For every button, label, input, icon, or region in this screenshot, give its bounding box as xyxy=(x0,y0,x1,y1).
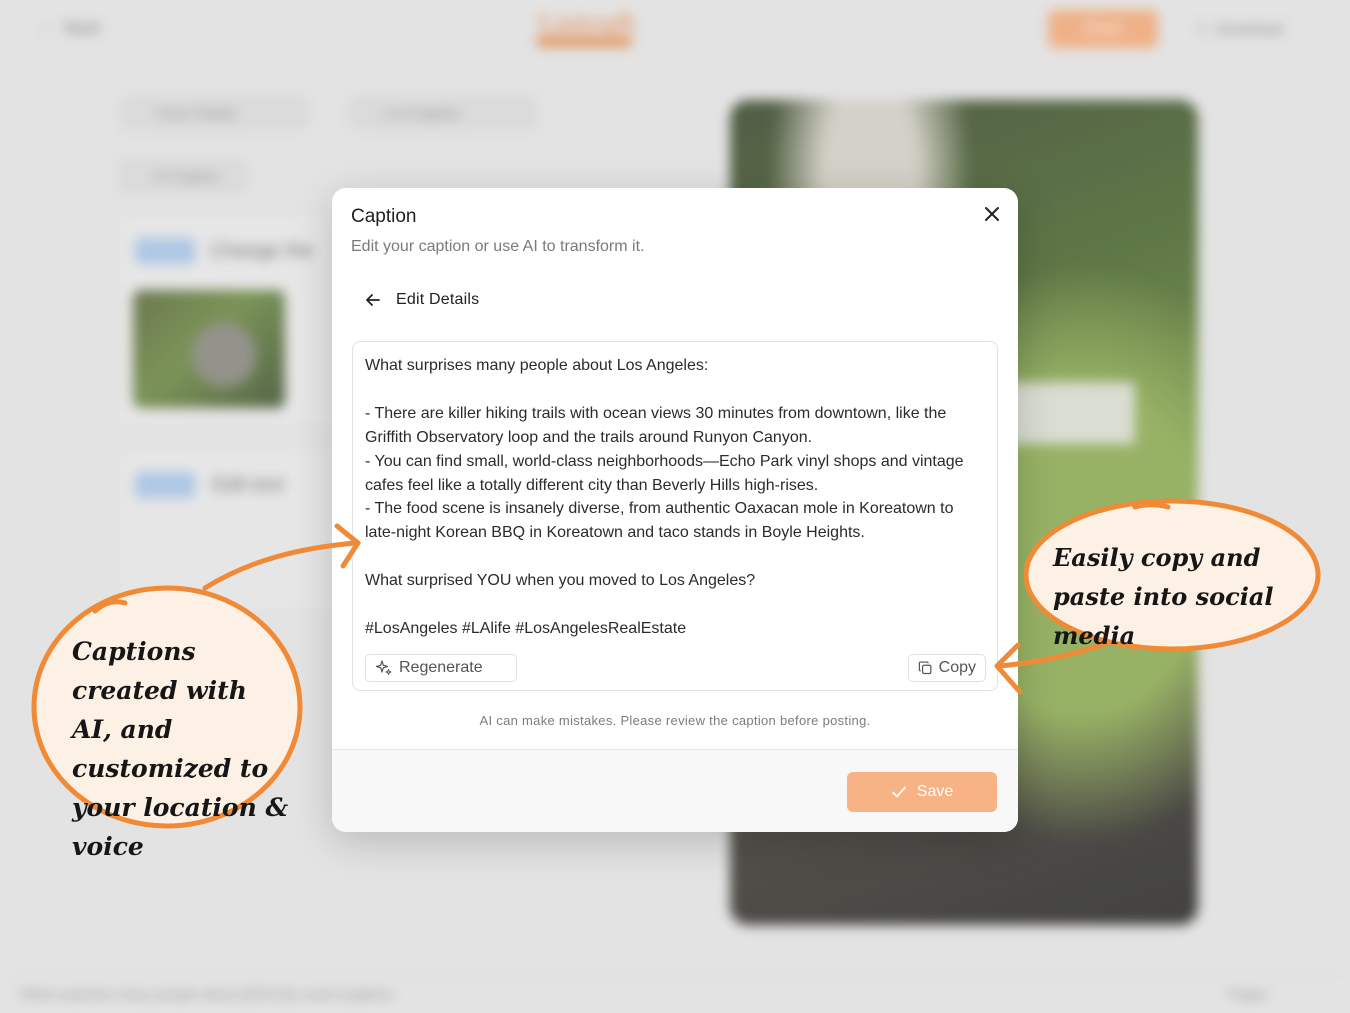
left-callout-arrow xyxy=(202,540,358,591)
right-callout-arrowhead xyxy=(994,642,1023,695)
right-callout-text: Easily copy and paste into social media xyxy=(1053,543,1274,650)
left-callout-text: Captions created with AI, and customized… xyxy=(72,637,289,861)
right-callout-bubble-tail xyxy=(1132,502,1171,510)
